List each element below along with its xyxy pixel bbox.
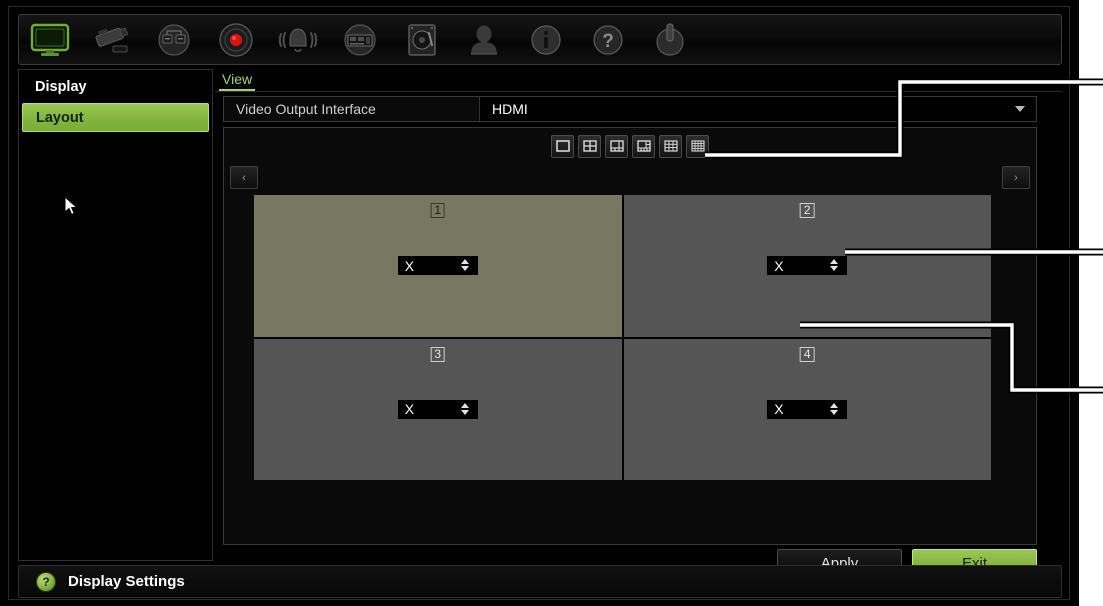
toolbar-item-help[interactable]: ?	[577, 17, 639, 63]
help-circle-icon[interactable]: ?	[36, 571, 56, 592]
alarm-icon	[276, 24, 320, 56]
spinner-icon[interactable]	[830, 259, 839, 271]
video-output-interface-row: Video Output Interface HDMI	[223, 96, 1037, 122]
layout-mode-buttons	[224, 133, 1036, 159]
toolbar-item-playback[interactable]	[329, 17, 391, 63]
application-window: ? Display Layout View Video Output Inter…	[0, 0, 1079, 606]
tab-bar: View	[215, 71, 1062, 93]
layout-tile-3[interactable]: 3 X	[254, 338, 622, 480]
nav-prev-button[interactable]: ‹	[230, 166, 258, 189]
tile-camera-select-3[interactable]: X	[397, 399, 478, 419]
chevron-down-icon	[1015, 106, 1025, 112]
tile-camera-value: X	[404, 401, 415, 417]
tile-camera-select-1[interactable]: X	[397, 256, 478, 275]
toolbar-item-information[interactable]	[515, 17, 577, 63]
content-panel: View Video Output Interface HDMI ‹ › 1 X…	[215, 69, 1062, 577]
status-bar: ? Display Settings	[18, 565, 1062, 598]
video-output-interface-value: HDMI	[492, 101, 528, 117]
tile-number-label: 1	[430, 203, 446, 218]
layout-mode-1x1[interactable]	[551, 134, 574, 158]
layout-tile-1[interactable]: 1 X	[254, 195, 622, 337]
camera-icon	[89, 24, 135, 56]
window-inner-frame: ? Display Layout View Video Output Inter…	[8, 6, 1070, 600]
toolbar-item-camera[interactable]	[81, 17, 143, 63]
monitor-icon	[29, 23, 71, 57]
tab-view[interactable]: View	[219, 71, 256, 91]
sidebar-item-label: Display	[35, 78, 87, 95]
layout-tile-4[interactable]: 4 X	[623, 338, 991, 480]
layout-mode-3x3[interactable]	[659, 134, 682, 158]
tab-divider	[215, 91, 1062, 92]
sidebar-item-label: Layout	[36, 109, 84, 126]
toolbar-item-hdd[interactable]	[391, 17, 453, 63]
spinner-icon[interactable]	[830, 402, 839, 415]
nav-next-button[interactable]: ›	[1002, 166, 1030, 189]
toolbar-item-record[interactable]	[205, 17, 267, 63]
sidebar-item-layout[interactable]: Layout	[22, 103, 209, 132]
user-icon	[467, 23, 501, 57]
layout-tile-2[interactable]: 2 X	[623, 195, 991, 337]
toolbar-item-alarm[interactable]	[267, 17, 329, 63]
layout-mode-1plus7[interactable]	[632, 134, 655, 158]
hdd-icon	[405, 22, 439, 58]
mouse-cursor	[64, 196, 78, 216]
layout-panel: ‹ › 1 X 2 X 3 X 4 X	[223, 127, 1037, 545]
settings-sidebar: Display Layout	[18, 69, 213, 561]
tile-camera-select-4[interactable]: X	[767, 399, 848, 419]
tile-camera-select-2[interactable]: X	[767, 256, 848, 275]
help-icon: ?	[591, 23, 625, 57]
layout-mode-1plus5[interactable]	[605, 134, 628, 158]
tile-number-label: 3	[430, 346, 446, 362]
video-output-interface-select[interactable]: HDMI	[479, 97, 1035, 121]
playback-icon	[342, 22, 378, 58]
toolbar-item-user[interactable]	[453, 17, 515, 63]
layout-mode-2x2[interactable]	[578, 134, 601, 158]
toolbar-item-shutdown[interactable]	[639, 17, 701, 63]
video-output-interface-label: Video Output Interface	[236, 101, 376, 117]
tile-number-label: 4	[799, 346, 815, 362]
spinner-icon[interactable]	[460, 259, 469, 271]
tile-number-label: 2	[799, 203, 815, 218]
tile-camera-value: X	[774, 401, 784, 417]
main-toolbar: ?	[18, 14, 1062, 65]
tile-camera-value: X	[404, 257, 415, 274]
info-icon	[529, 23, 563, 57]
status-bar-text: Display Settings	[68, 573, 185, 590]
camera-layout-grid: 1 X 2 X 3 X 4 X	[254, 195, 991, 480]
record-icon	[217, 21, 255, 59]
spinner-icon[interactable]	[460, 402, 469, 415]
toolbar-item-display[interactable]	[19, 17, 81, 63]
power-icon	[653, 22, 687, 58]
tile-camera-value: X	[774, 257, 784, 274]
network-icon	[156, 22, 192, 58]
toolbar-item-network[interactable]	[143, 17, 205, 63]
sidebar-item-display[interactable]: Display	[22, 72, 209, 101]
layout-mode-4x4[interactable]	[686, 134, 709, 158]
svg-text:?: ?	[602, 31, 614, 52]
